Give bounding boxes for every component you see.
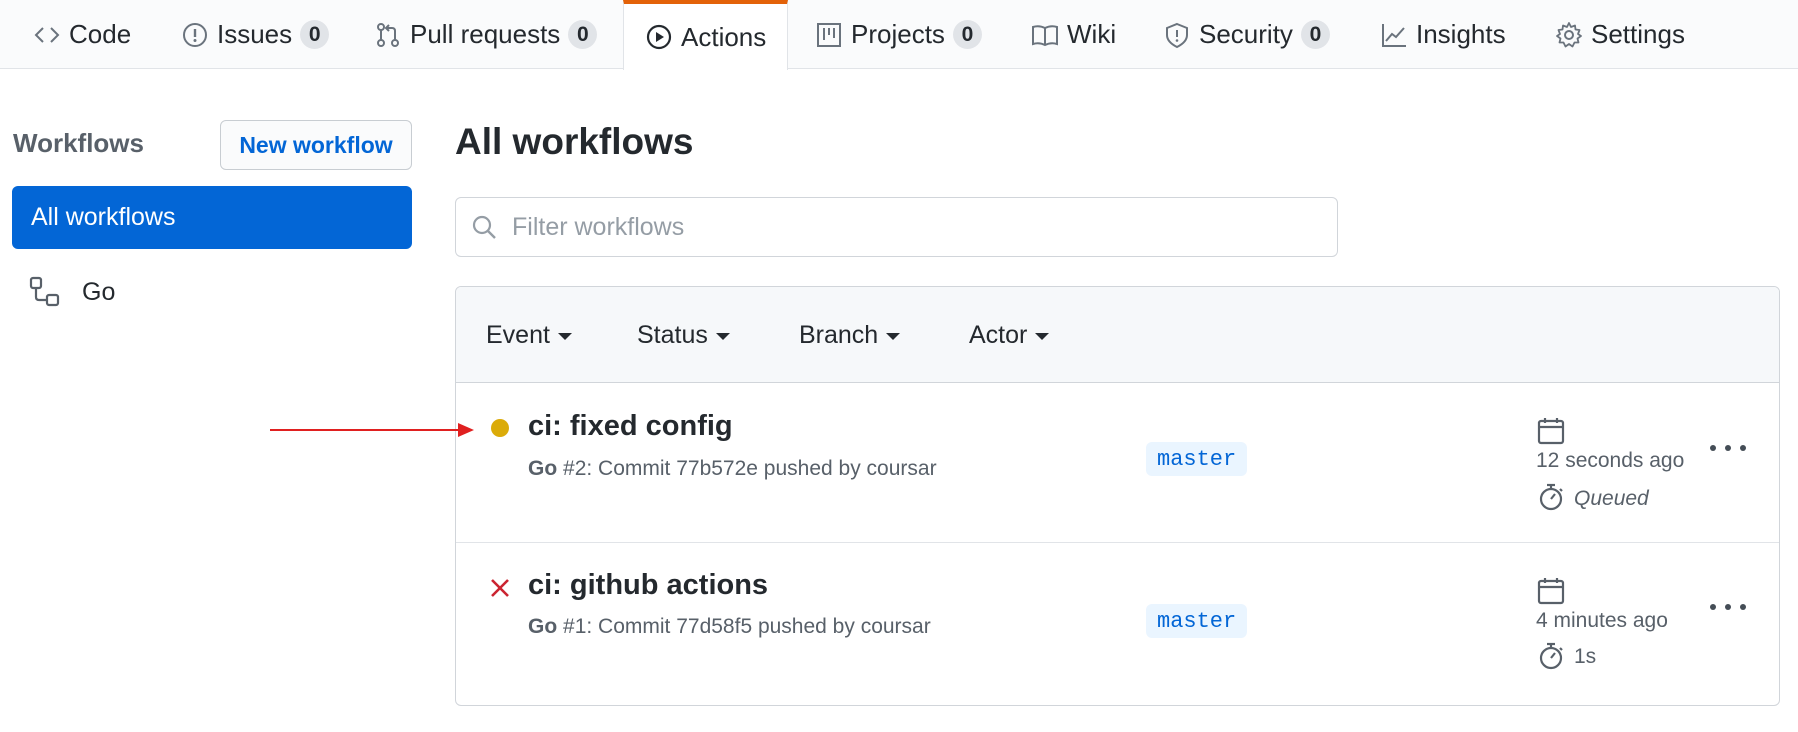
issue-icon <box>181 21 209 49</box>
stopwatch-icon <box>1539 483 1563 511</box>
run-workflow-name: Go <box>528 457 558 480</box>
status-filter-dropdown[interactable]: Status <box>637 287 730 383</box>
filter-workflows-input[interactable] <box>512 212 1312 242</box>
run-subtitle: Go #2: Commit 77b572e pushed by coursar <box>528 457 937 481</box>
play-icon <box>645 23 673 51</box>
tab-actions[interactable]: Actions <box>623 0 789 70</box>
workflow-run-row[interactable]: ci: fixed config Go #2: Commit 77b572e p… <box>456 383 1779 543</box>
run-description: #2: Commit 77b572e pushed by coursar <box>563 457 937 480</box>
dropdown-label: Branch <box>799 320 879 349</box>
more-options-icon[interactable] <box>1710 592 1746 622</box>
run-title-link[interactable]: ci: fixed config <box>528 410 733 443</box>
new-workflow-button[interactable]: New workflow <box>220 120 412 170</box>
tab-label: Security <box>1199 19 1293 49</box>
dropdown-label: Status <box>637 320 708 349</box>
tab-label: Wiki <box>1067 19 1117 49</box>
tab-insights[interactable]: Insights <box>1380 0 1506 69</box>
branch-label[interactable]: master <box>1146 604 1248 638</box>
page-title: All workflows <box>455 121 694 162</box>
event-filter-dropdown[interactable]: Event <box>486 287 572 383</box>
counter-badge: 0 <box>1300 20 1330 49</box>
sidebar-item-label: Go <box>82 277 116 306</box>
calendar-icon <box>1537 418 1565 445</box>
sidebar-item-go[interactable]: Go <box>28 272 115 312</box>
tab-issues[interactable]: Issues 0 <box>181 0 330 69</box>
dropdown-label: Event <box>486 320 550 349</box>
sidebar-item-label: All workflows <box>31 203 176 231</box>
run-timestamp: 12 seconds ago <box>1536 449 1685 472</box>
tab-label: Code <box>69 19 132 49</box>
tab-label: Insights <box>1416 19 1506 49</box>
tab-pull-requests[interactable]: Pull requests 0 <box>374 0 598 69</box>
caret-down-icon <box>715 333 730 340</box>
tab-wiki[interactable]: Wiki <box>1031 0 1116 69</box>
shield-icon <box>1163 21 1191 49</box>
workflow-run-row[interactable]: ci: github actions Go #1: Commit 77d58f5… <box>456 544 1779 704</box>
filter-bar: Event Status Branch Actor <box>456 287 1779 383</box>
tab-settings[interactable]: Settings <box>1555 0 1685 69</box>
sidebar-title: Workflows <box>13 128 144 158</box>
tab-label: Settings <box>1591 19 1685 49</box>
run-duration: Queued <box>1574 487 1649 510</box>
book-icon <box>1031 21 1059 49</box>
tab-code[interactable]: Code <box>33 0 131 69</box>
repo-nav: Code Issues 0 Pull requests 0 Actions Pr… <box>0 0 1798 70</box>
tab-projects[interactable]: Projects 0 <box>815 0 982 69</box>
counter-badge: 0 <box>952 20 982 49</box>
run-title-link[interactable]: ci: github actions <box>528 569 768 602</box>
counter-badge: 0 <box>568 20 598 49</box>
status-queued-icon <box>491 419 509 437</box>
run-timestamp: 4 minutes ago <box>1536 609 1668 632</box>
sidebar-item-all-workflows[interactable]: All workflows <box>12 186 412 249</box>
calendar-icon <box>1537 578 1565 605</box>
filter-workflows-field[interactable] <box>455 197 1338 257</box>
code-icon <box>33 21 61 49</box>
graph-icon <box>1380 21 1408 49</box>
workflow-runs-list: Event Status Branch Actor ci: fixed conf… <box>455 286 1780 706</box>
branch-filter-dropdown[interactable]: Branch <box>799 287 901 383</box>
caret-down-icon <box>557 333 572 340</box>
more-options-icon[interactable] <box>1710 433 1746 463</box>
project-icon <box>815 21 843 49</box>
tab-label: Projects <box>851 19 945 49</box>
caret-down-icon <box>886 333 901 340</box>
counter-badge: 0 <box>300 20 330 49</box>
stopwatch-icon <box>1539 642 1563 670</box>
tab-label: Actions <box>681 21 767 52</box>
run-description: #1: Commit 77d58f5 pushed by coursar <box>563 615 931 638</box>
branch-label[interactable]: master <box>1146 442 1248 476</box>
run-duration: 1s <box>1574 645 1597 668</box>
dropdown-label: Actor <box>969 320 1028 349</box>
status-failure-icon <box>491 579 509 597</box>
run-workflow-name: Go <box>528 615 558 638</box>
tab-security[interactable]: Security 0 <box>1163 0 1330 69</box>
search-icon <box>470 213 498 241</box>
run-subtitle: Go #1: Commit 77d58f5 pushed by coursar <box>528 615 931 639</box>
caret-down-icon <box>1035 333 1050 340</box>
gear-icon <box>1555 21 1583 49</box>
annotation-arrow-icon <box>270 423 474 437</box>
tab-label: Issues <box>217 19 293 49</box>
pull-request-icon <box>374 21 402 49</box>
tab-label: Pull requests <box>410 19 561 49</box>
workflow-icon <box>28 275 62 309</box>
actor-filter-dropdown[interactable]: Actor <box>969 287 1050 383</box>
